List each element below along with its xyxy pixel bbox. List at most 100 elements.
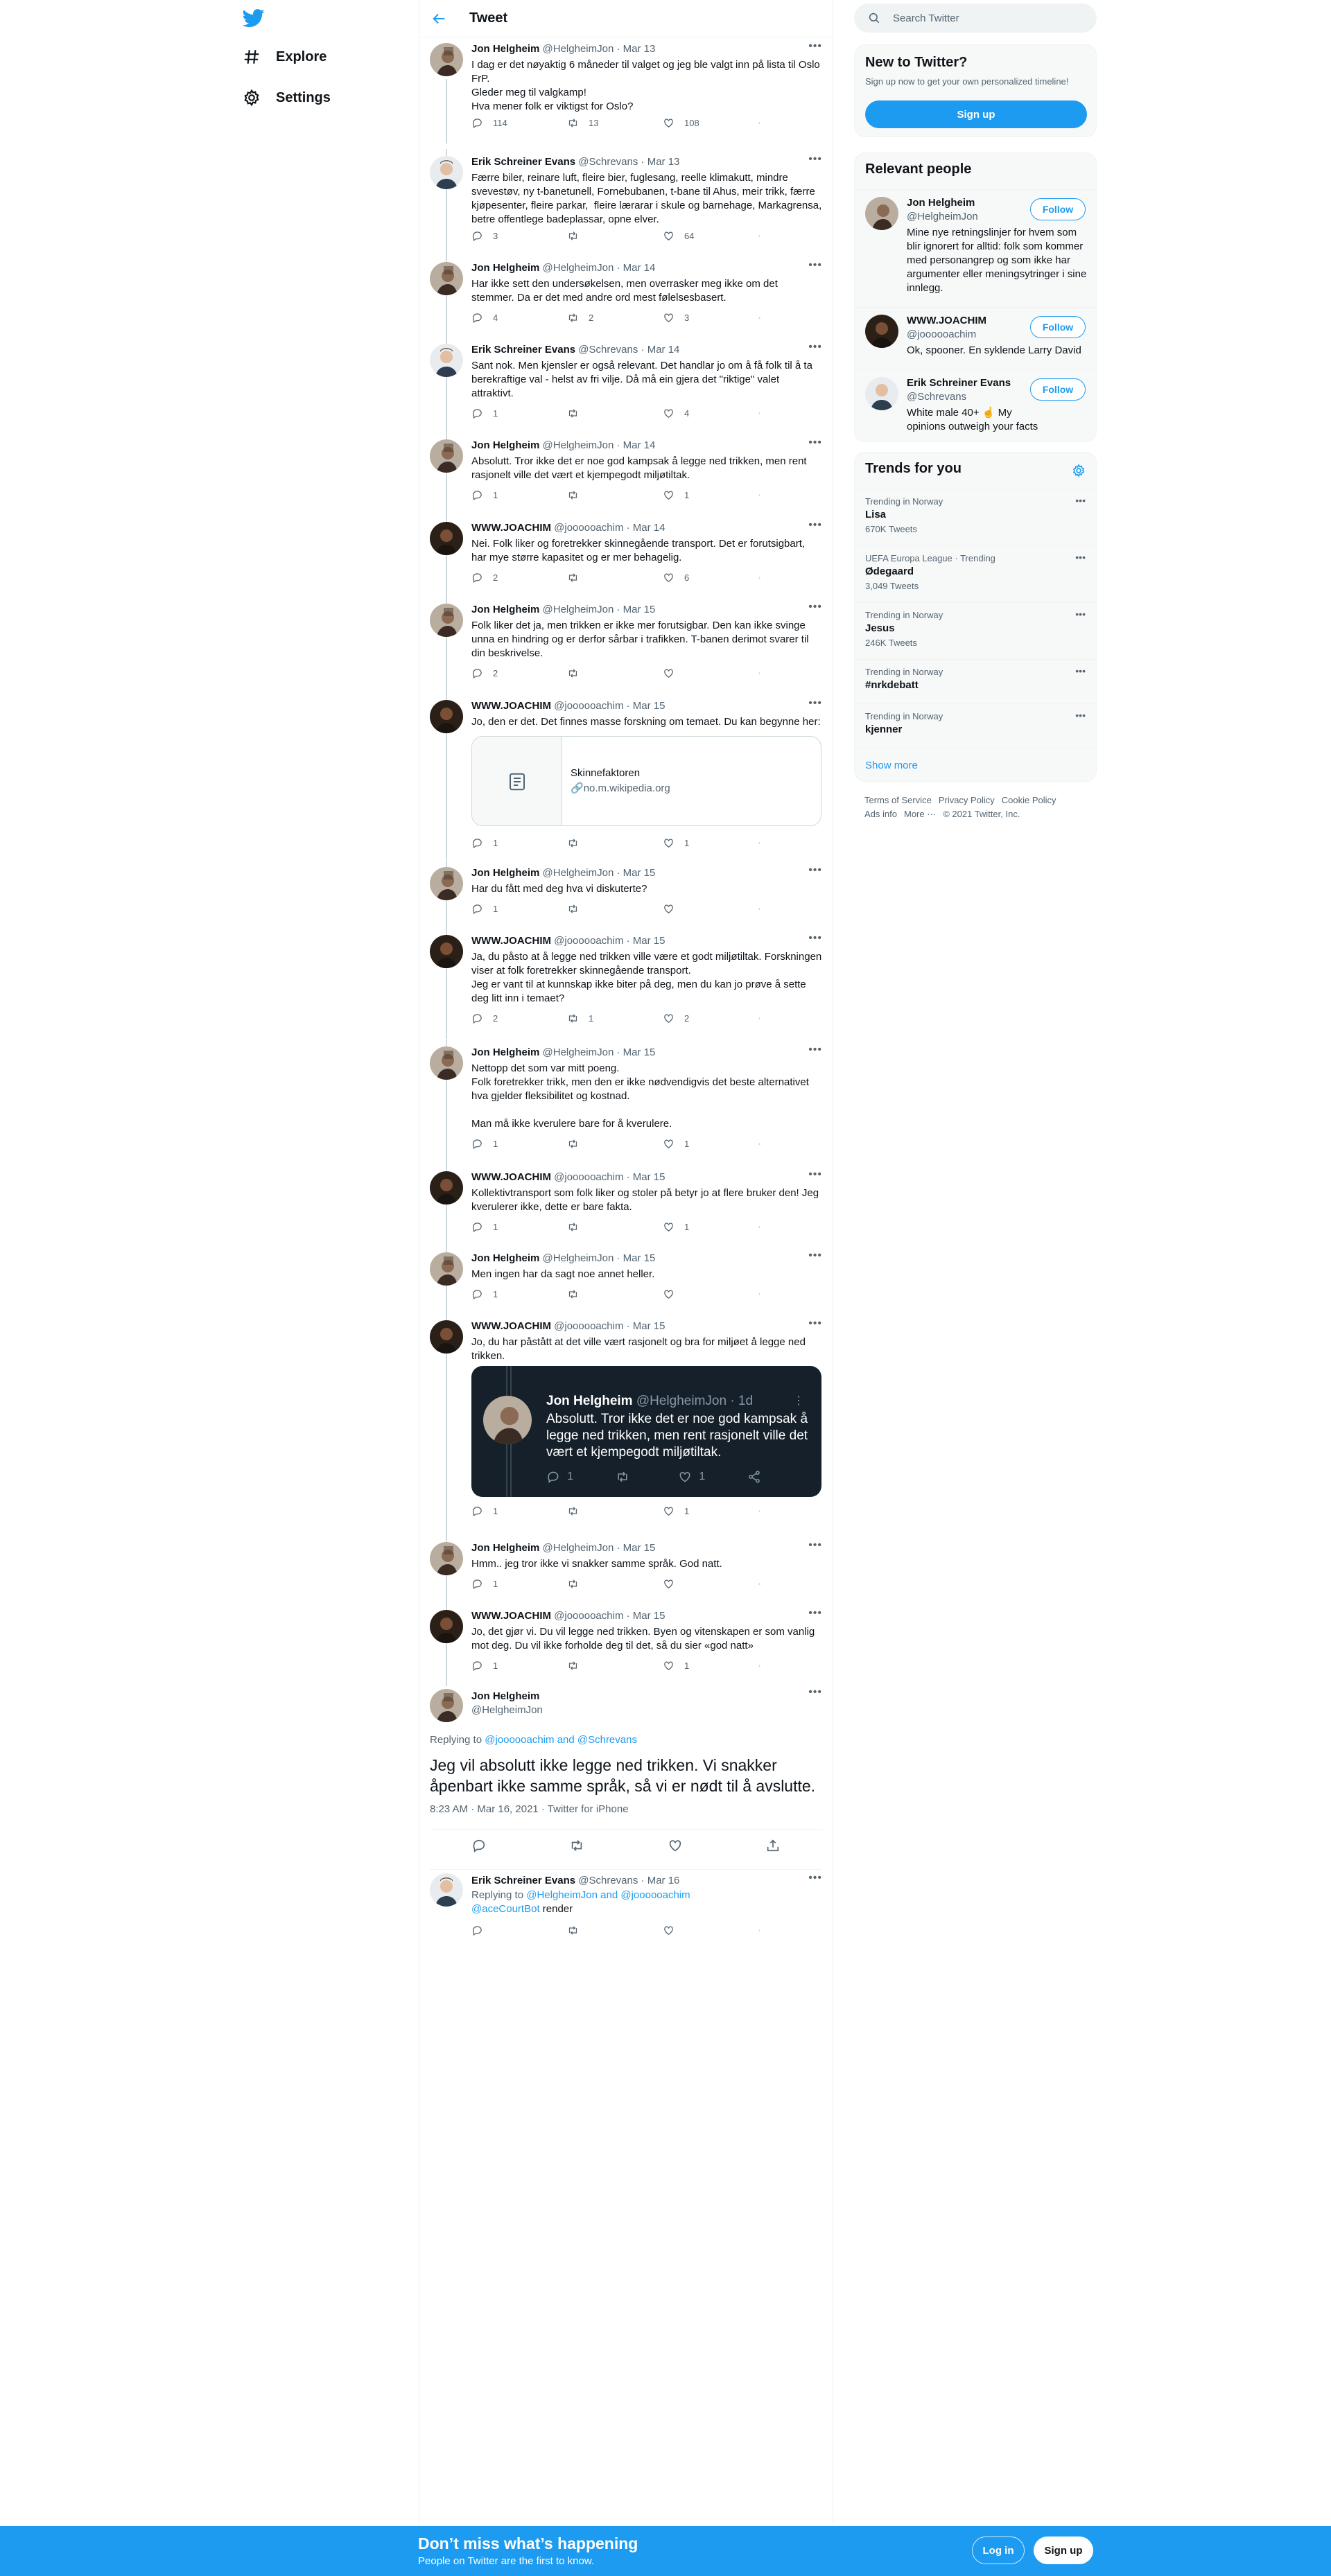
avatar[interactable] xyxy=(865,377,898,410)
share-button[interactable] xyxy=(758,1658,770,1672)
author-handle[interactable]: @HelgheimJon xyxy=(543,1542,614,1554)
author-name[interactable]: WWW.JOACHIM xyxy=(471,935,551,947)
trend-item[interactable]: Trending in Norway Lisa 670K Tweets ••• xyxy=(855,489,1096,545)
author-name[interactable]: Jon Helgheim xyxy=(471,1542,539,1554)
tweet-date[interactable]: Mar 15 xyxy=(633,700,666,712)
focal-author-name[interactable]: Jon Helgheim xyxy=(471,1690,539,1702)
like-button[interactable] xyxy=(663,666,732,680)
avatar[interactable] xyxy=(430,700,463,733)
author-name[interactable]: Erik Schreiner Evans xyxy=(471,344,575,356)
thread-tweet[interactable]: WWW.JOACHIM @joooooachim · Mar 15 ••• Jo, … xyxy=(419,693,833,859)
more-options-icon[interactable]: ••• xyxy=(808,932,822,945)
like-button[interactable] xyxy=(663,1923,732,1937)
footer-link[interactable]: More ··· xyxy=(904,809,936,819)
tweet-date[interactable]: Mar 16 xyxy=(647,1875,680,1886)
author-handle[interactable]: @Schrevans xyxy=(578,156,638,168)
author-handle[interactable]: @HelgheimJon xyxy=(543,1046,614,1058)
avatar[interactable] xyxy=(430,1171,463,1204)
avatar[interactable] xyxy=(430,1046,463,1080)
trend-item[interactable]: Trending in Norway kjenner ••• xyxy=(855,703,1096,748)
person-name[interactable]: WWW.JOACHIM xyxy=(907,315,986,326)
reply-button[interactable]: 114 xyxy=(471,116,541,130)
author-name[interactable]: Jon Helgheim xyxy=(471,604,539,615)
like-button[interactable] xyxy=(663,902,732,915)
author-name[interactable]: WWW.JOACHIM xyxy=(471,700,551,712)
person-handle[interactable]: @Schrevans xyxy=(907,391,966,403)
thread-tweet[interactable]: WWW.JOACHIM @joooooachim · Mar 15 ••• Jo, … xyxy=(419,1603,833,1686)
mention[interactable]: @aceCourtBot xyxy=(471,1903,540,1915)
avatar[interactable] xyxy=(430,156,463,189)
share-button[interactable] xyxy=(758,666,770,680)
thread-tweet[interactable]: Jon Helgheim @HelgheimJon · Mar 15 ••• Fol… xyxy=(419,597,833,694)
sign-up-button[interactable]: Sign up xyxy=(1034,2536,1093,2564)
person-handle[interactable]: @joooooachim xyxy=(907,328,976,340)
more-options-icon[interactable]: ••• xyxy=(808,1607,822,1620)
footer-link[interactable]: Terms of Service xyxy=(864,795,932,805)
author-name[interactable]: Jon Helgheim xyxy=(471,439,539,451)
author-name[interactable]: WWW.JOACHIM xyxy=(471,522,551,534)
trend-item[interactable]: Trending in Norway Jesus 246K Tweets ••• xyxy=(855,602,1096,659)
thread-tweet[interactable]: Jon Helgheim @HelgheimJon · Mar 15 ••• Net… xyxy=(419,1040,833,1164)
log-in-button[interactable]: Log in xyxy=(972,2536,1025,2564)
more-options-icon[interactable]: ••• xyxy=(1075,608,1086,620)
share-button[interactable] xyxy=(758,1220,770,1234)
thread-tweet[interactable]: WWW.JOACHIM @joooooachim · Mar 14 ••• Nei.… xyxy=(419,515,833,598)
thread-tweet[interactable]: WWW.JOACHIM @joooooachim · Mar 15 ••• Jo, … xyxy=(419,1313,833,1535)
person-card[interactable]: WWW.JOACHIM @joooooachim Follow Ok, spoo… xyxy=(855,307,1096,369)
author-handle[interactable]: @joooooachim xyxy=(554,522,623,534)
reply-button[interactable]: 4 xyxy=(471,310,541,324)
reply-button[interactable]: 1 xyxy=(471,1577,541,1591)
like-button[interactable]: 4 xyxy=(663,406,732,420)
author-name[interactable]: Jon Helgheim xyxy=(471,1046,539,1058)
retweet-button[interactable] xyxy=(567,1137,636,1150)
like-button[interactable]: 1 xyxy=(663,1658,732,1672)
focal-tweet-timestamp[interactable]: 8:23 AM · Mar 16, 2021 · Twitter for iPh… xyxy=(430,1803,629,1815)
like-button[interactable]: 1 xyxy=(663,836,732,850)
tweet-date[interactable]: Mar 15 xyxy=(633,935,666,947)
more-options-icon[interactable]: ••• xyxy=(808,864,822,877)
more-options-icon[interactable]: ••• xyxy=(808,1250,822,1262)
like-button[interactable]: 3 xyxy=(663,310,732,324)
share-icon[interactable] xyxy=(765,1838,781,1853)
share-button[interactable] xyxy=(758,902,770,915)
retweet-button[interactable] xyxy=(567,902,636,915)
author-handle[interactable]: @joooooachim xyxy=(554,1171,623,1183)
retweet-button[interactable] xyxy=(567,1923,636,1937)
thread-tweet[interactable]: WWW.JOACHIM @joooooachim · Mar 15 ••• Ja, … xyxy=(419,928,833,1039)
thread-tweet[interactable]: Jon Helgheim @HelgheimJon · Mar 15 ••• Hmm… xyxy=(419,1535,833,1604)
replying-to-users[interactable]: @joooooachim and @Schrevans xyxy=(485,1734,637,1746)
follow-button[interactable]: Follow xyxy=(1030,378,1086,401)
author-handle[interactable]: @joooooachim xyxy=(554,1320,623,1332)
reply-button[interactable]: 1 xyxy=(471,1658,541,1672)
author-handle[interactable]: @HelgheimJon xyxy=(543,43,614,55)
more-options-icon[interactable]: ••• xyxy=(808,519,822,532)
gear-icon[interactable] xyxy=(1072,464,1086,477)
reply-button[interactable]: 1 xyxy=(471,902,541,915)
person-name[interactable]: Jon Helgheim xyxy=(907,197,975,209)
person-name[interactable]: Erik Schreiner Evans xyxy=(907,377,1011,389)
retweet-button[interactable] xyxy=(567,1504,636,1518)
show-more-link[interactable]: Show more xyxy=(855,748,1096,781)
retweet-icon[interactable] xyxy=(569,1838,584,1853)
more-options-icon[interactable]: ••• xyxy=(1075,665,1086,676)
embedded-screenshot[interactable]: Jon Helgheim @HelgheimJon · 1d ⋮ Absolutt.… xyxy=(471,1366,821,1497)
reply-button[interactable]: 1 xyxy=(471,1137,541,1150)
share-button[interactable] xyxy=(758,1137,770,1150)
author-handle[interactable]: @joooooachim xyxy=(554,700,623,712)
link-card[interactable]: Skinnefaktoren 🔗no.m.wikipedia.org xyxy=(471,736,821,826)
avatar[interactable] xyxy=(430,935,463,968)
more-options-icon[interactable]: ••• xyxy=(1075,495,1086,506)
author-name[interactable]: WWW.JOACHIM xyxy=(471,1320,551,1332)
avatar[interactable] xyxy=(430,43,463,76)
avatar[interactable] xyxy=(430,1689,463,1722)
like-button[interactable]: 2 xyxy=(663,1011,732,1025)
author-handle[interactable]: @HelgheimJon xyxy=(543,262,614,274)
retweet-button[interactable] xyxy=(567,666,636,680)
share-button[interactable] xyxy=(758,488,770,502)
retweet-button[interactable]: 1 xyxy=(567,1011,636,1025)
nav-explore[interactable]: Explore xyxy=(243,43,327,71)
focal-author-handle[interactable]: @HelgheimJon xyxy=(471,1704,543,1716)
retweet-button[interactable] xyxy=(567,406,636,420)
avatar[interactable] xyxy=(430,1252,463,1286)
author-name[interactable]: Jon Helgheim xyxy=(471,43,539,55)
